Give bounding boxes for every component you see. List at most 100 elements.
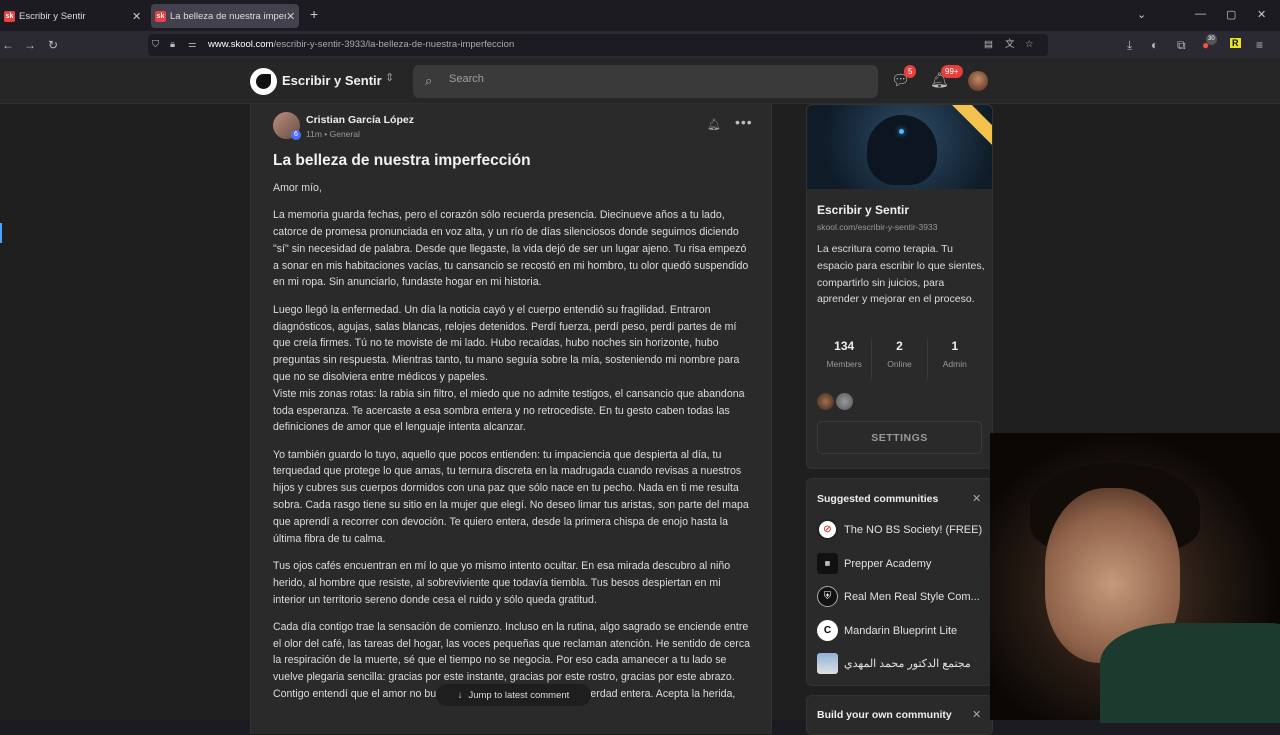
author-level-badge: 6 <box>291 130 301 140</box>
bookmark-star-icon[interactable]: ☆ <box>1025 34 1034 56</box>
notification-badge: 99+ <box>941 65 963 78</box>
jump-to-latest-comment-button[interactable]: ↓ Jump to latest comment <box>436 684 591 706</box>
menu-hamburger-icon[interactable]: ≡ <box>1256 38 1263 52</box>
shield-icon: ⛉ <box>152 39 160 50</box>
back-icon[interactable]: ← <box>2 38 14 52</box>
post-meta: 11m • General <box>306 129 360 139</box>
extension-badge: 30 <box>1206 34 1217 45</box>
post-greeting: Amor mío, <box>273 182 322 194</box>
extension-r-icon[interactable]: R <box>1230 38 1241 48</box>
stat-members[interactable]: 134 Members <box>817 339 873 379</box>
cover-ribbon <box>947 105 992 150</box>
extensions-icon[interactable]: ⧉ <box>1177 38 1186 53</box>
raven-illustration <box>867 115 937 185</box>
post-title: La belleza de nuestra imperfección <box>273 152 531 169</box>
stat-label: Online <box>887 359 912 369</box>
page-info-icon: ⚌ <box>188 39 197 50</box>
more-options-icon[interactable]: ••• <box>735 114 753 130</box>
lock-icon: 🔒︎ <box>170 39 176 50</box>
post-paragraph: La memoria guarda fechas, pero el corazó… <box>273 209 749 289</box>
community-name[interactable]: Escribir y Sentir <box>282 73 382 88</box>
suggested-item-name: Prepper Academy <box>844 557 932 570</box>
close-icon[interactable]: ✕ <box>972 708 981 721</box>
mandarin-logo-icon: C <box>817 620 838 641</box>
forward-icon[interactable]: → <box>24 38 36 52</box>
post-time: 11m <box>306 129 322 139</box>
post-paragraph: Yo también guardo lo tuyo, aquello que p… <box>273 448 749 545</box>
browser-nav-bar: ← → ↻ ⛉ 🔒︎ ⚌ www.skool.com/escribir-y-se… <box>0 31 1280 59</box>
build-community-card: Build your own community ✕ <box>806 695 993 735</box>
reader-view-icon[interactable]: ▤ <box>984 34 993 56</box>
url-host: www.skool.com <box>208 39 274 50</box>
suggested-item[interactable]: C Mandarin Blueprint Lite <box>817 620 985 641</box>
new-tab-icon[interactable]: + <box>310 6 318 22</box>
suggested-item-name: Mandarin Blueprint Lite <box>844 624 958 637</box>
close-icon[interactable]: ✕ <box>972 492 981 505</box>
person-shirt <box>1100 623 1280 723</box>
build-community-title: Build your own community <box>817 709 952 721</box>
post-paragraph: Luego llegó la enfermedad. Un día la not… <box>273 303 740 383</box>
community-logo[interactable] <box>250 68 277 95</box>
stat-value: 1 <box>951 339 959 353</box>
arrow-down-icon: ↓ <box>457 689 463 701</box>
minimize-icon[interactable]: — <box>1195 8 1206 20</box>
search-input[interactable] <box>449 73 849 85</box>
community-stats: 134 Members 2 Online 1 Admin <box>817 339 982 379</box>
suggested-item[interactable]: ⊘ The NO BS Society! (FREE) <box>817 519 985 540</box>
prepper-logo-icon: ▦ <box>817 553 838 574</box>
stat-online[interactable]: 2 Online <box>872 339 928 379</box>
suggested-item[interactable]: مجتمع الدكتور محمد المهدي <box>817 653 985 674</box>
community-cover-image <box>807 105 992 189</box>
member-avatar[interactable] <box>817 393 834 410</box>
close-tab-icon[interactable]: ✕ <box>132 10 141 23</box>
stat-label: Members <box>826 359 862 369</box>
search-box[interactable]: ⌕ <box>413 65 878 98</box>
rmrs-shield-icon: ⛨ <box>817 586 838 607</box>
post-paragraph: Viste mis zonas rotas: la rabia sin filt… <box>273 387 745 434</box>
user-avatar[interactable] <box>968 71 988 91</box>
downloads-icon[interactable]: ⤓ <box>1127 38 1132 53</box>
member-avatar[interactable] <box>836 393 853 410</box>
community-url[interactable]: skool.com/escribir-y-sentir-3933 <box>817 222 937 232</box>
jump-label: Jump to latest comment <box>468 689 570 701</box>
author-name[interactable]: Cristian García López <box>306 114 414 126</box>
search-icon: ⌕ <box>425 73 433 88</box>
follow-bell-icon[interactable]: 🔔︎ <box>707 118 721 131</box>
raven-eye <box>899 129 904 134</box>
tab-la-belleza[interactable]: sk La belleza de nuestra imperfecc ✕ <box>151 4 299 28</box>
post-body: Amor mío, La memoria guarda fechas, pero… <box>273 180 755 713</box>
extension-clock-icon[interactable]: ◐ <box>1151 38 1158 52</box>
left-edge-indicator <box>0 223 2 243</box>
suggested-item-name: مجتمع الدكتور محمد المهدي <box>844 658 971 670</box>
switch-community-icon[interactable]: ⇕ <box>385 71 394 84</box>
post-paragraph: Cada día contigo trae la sensación de co… <box>273 620 751 684</box>
address-bar[interactable]: ⛉ 🔒︎ ⚌ www.skool.com/escribir-y-sentir-3… <box>148 34 1048 56</box>
webcam-overlay <box>990 433 1280 723</box>
doctor-avatar-icon <box>817 653 838 674</box>
reload-icon[interactable]: ↻ <box>48 38 58 52</box>
community-description: La escritura como terapia. Tu espacio pa… <box>817 243 985 306</box>
suggested-title: Suggested communities <box>817 493 939 505</box>
translate-icon[interactable]: 文 <box>1005 34 1015 56</box>
stat-label: Admin <box>942 359 967 369</box>
maximize-icon[interactable]: ▢ <box>1226 8 1236 21</box>
tab-escribir-y-sentir[interactable]: sk Escribir y Sentir ✕ <box>0 4 146 28</box>
skool-favicon-icon: sk <box>4 10 15 22</box>
tab-label: Escribir y Sentir <box>19 10 86 22</box>
stat-value: 134 <box>834 339 855 353</box>
suggested-item[interactable]: ▦ Prepper Academy <box>817 553 985 574</box>
tab-list-chevron-icon[interactable]: ⌄ <box>1137 8 1146 21</box>
url-path: /escribir-y-sentir-3933/la-belleza-de-nu… <box>273 39 515 50</box>
close-tab-icon[interactable]: ✕ <box>286 10 295 23</box>
suggested-item-name: Real Men Real Style Com... <box>844 590 980 603</box>
skool-favicon-icon: sk <box>155 10 166 22</box>
community-card: Escribir y Sentir skool.com/escribir-y-s… <box>806 104 993 469</box>
stat-admin[interactable]: 1 Admin <box>928 339 982 379</box>
no-bs-logo-icon: ⊘ <box>817 519 838 540</box>
browser-tab-strip: sk Escribir y Sentir ✕ sk La belleza de … <box>0 0 1280 31</box>
suggested-item[interactable]: ⛨ Real Men Real Style Com... <box>817 586 985 607</box>
settings-button[interactable]: SETTINGS <box>817 421 982 454</box>
chat-badge: 5 <box>904 65 917 78</box>
close-window-icon[interactable]: ✕ <box>1257 8 1266 21</box>
post-category[interactable]: General <box>330 129 360 139</box>
